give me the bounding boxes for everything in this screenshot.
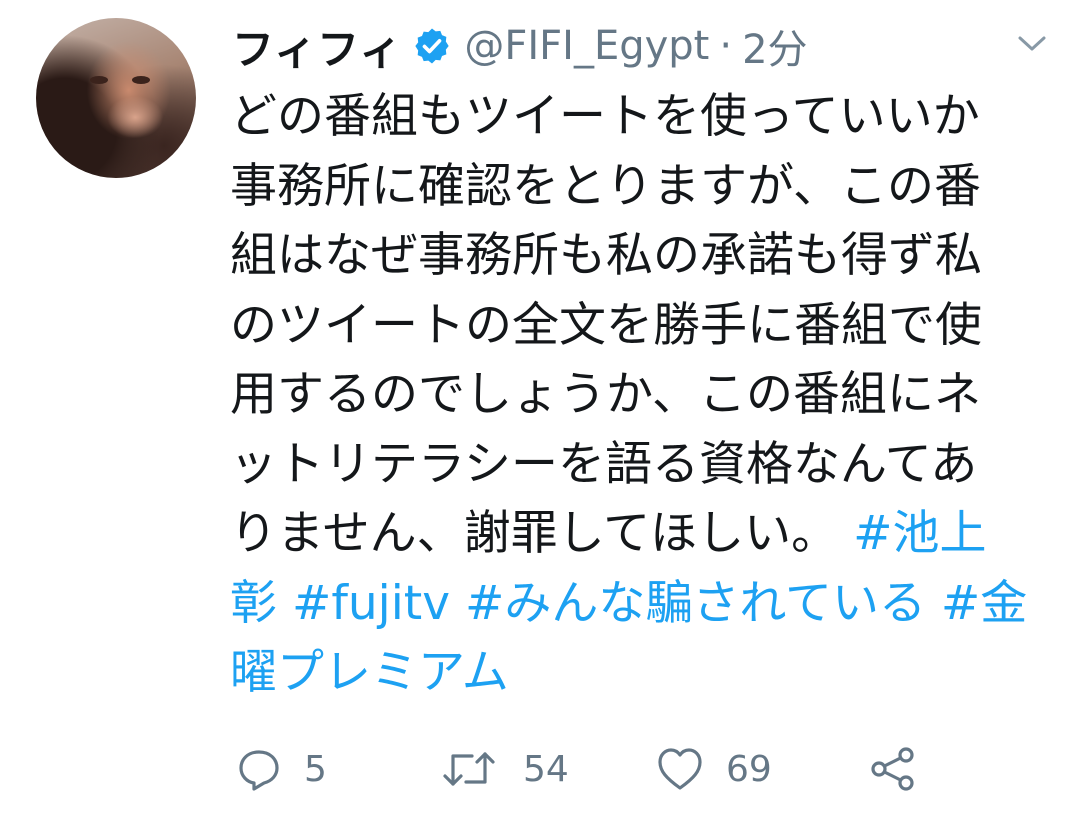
tweet-text-segment: りません、謝罪してほしい。	[230, 506, 854, 561]
hashtag-link[interactable]: #金	[941, 576, 1027, 631]
verified-badge-icon	[412, 26, 452, 66]
hashtag-link[interactable]: #fujitv	[292, 576, 450, 631]
hashtag-link[interactable]: #池上	[853, 506, 986, 561]
chevron-down-icon[interactable]	[1014, 30, 1050, 58]
avatar[interactable]	[36, 18, 196, 178]
heart-icon	[656, 746, 704, 792]
tweet-text-line: りません、謝罪してほしい。 #池上	[230, 499, 1070, 569]
reply-count: 5	[304, 748, 327, 790]
tweet-text-segment: 事務所に確認をとりますが、この番	[230, 158, 982, 214]
tweet-text-line: どの番組もツイートを使っていいか	[230, 82, 1070, 152]
retweet-icon	[441, 746, 497, 792]
avatar-eye	[90, 76, 108, 84]
reply-button[interactable]: 5	[236, 738, 327, 800]
tweet-timestamp[interactable]: 2分	[742, 17, 807, 75]
share-button[interactable]	[868, 738, 918, 800]
retweet-button[interactable]: 54	[441, 738, 569, 800]
tweet-text-line: のツイートの全文を勝手に番組で使	[230, 291, 1070, 361]
tweet-text-segment: 用するのでしょうか、この番組にネ	[230, 367, 982, 422]
tweet-text-segment: ットリテラシーを語る資格なんてあ	[230, 436, 978, 492]
hashtag-link[interactable]: 彰	[230, 576, 277, 631]
user-handle[interactable]: @FIFI_Egypt	[464, 23, 709, 69]
tweet-text-line: 組はなぜ事務所も私の承諾も得ず私	[230, 221, 1070, 291]
share-icon	[868, 746, 918, 792]
like-count: 69	[726, 748, 772, 790]
tweet-text-segment: どの番組もツイートを使っていいか	[230, 89, 980, 144]
tweet-text-segment: 組はなぜ事務所も私の承諾も得ず私	[230, 228, 982, 283]
hashtag-link[interactable]: 曜プレミアム	[230, 645, 509, 700]
avatar-eye	[132, 76, 150, 84]
tweet-text-segment	[926, 576, 941, 631]
tweet-text-line: 曜プレミアム	[230, 638, 1070, 708]
like-button[interactable]: 69	[656, 738, 772, 800]
tweet-header: フィフィ @FIFI_Egypt · 2分	[232, 14, 808, 78]
tweet-actions: 5 54 69	[236, 738, 1036, 800]
meta-separator: ·	[719, 23, 733, 69]
tweet-text-line: 事務所に確認をとりますが、この番	[230, 152, 1070, 222]
tweet-text-segment: のツイートの全文を勝手に番組で使	[230, 297, 982, 353]
retweet-count: 54	[523, 748, 569, 790]
hashtag-link[interactable]: #みんな騙されている	[465, 576, 926, 631]
tweet-text-line: 用するのでしょうか、この番組にネ	[230, 360, 1070, 430]
display-name[interactable]: フィフィ	[232, 16, 402, 77]
tweet-text: どの番組もツイートを使っていいか 事務所に確認をとりますが、この番 組はなぜ事務所も…	[230, 82, 1070, 708]
reply-icon	[236, 746, 282, 792]
tweet-text-segment	[450, 576, 465, 631]
tweet-text-line: ットリテラシーを語る資格なんてあ	[230, 430, 1070, 500]
tweet-text-segment	[277, 576, 292, 631]
tweet-text-line: 彰 #fujitv #みんな騙されている #金	[230, 569, 1070, 639]
